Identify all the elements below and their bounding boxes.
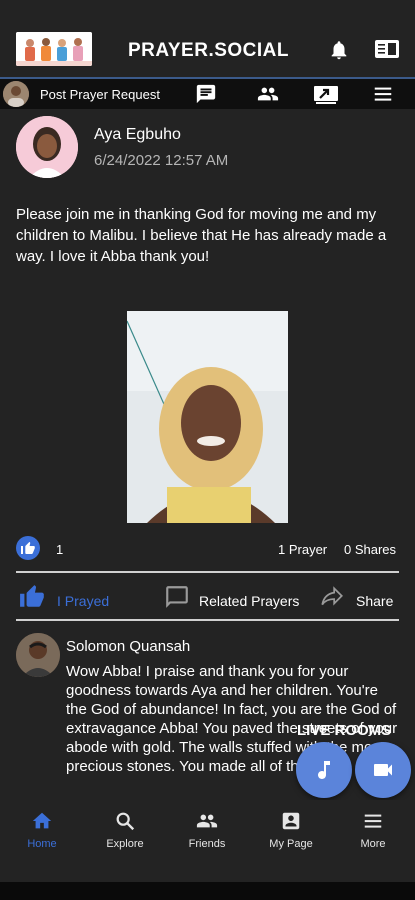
nav-label: My Page: [269, 838, 313, 850]
reader-icon[interactable]: [374, 38, 400, 62]
share-button[interactable]: Share: [356, 593, 393, 609]
divider: [16, 571, 399, 573]
prayer-count[interactable]: 1 Prayer: [278, 542, 327, 557]
share-arrow-icon[interactable]: [318, 584, 346, 614]
system-nav-bar: [0, 882, 415, 900]
like-count: 1: [56, 542, 64, 557]
bell-icon[interactable]: [328, 38, 352, 62]
post-author-avatar[interactable]: [16, 116, 78, 178]
people-icon[interactable]: [255, 83, 281, 105]
avatar[interactable]: [3, 81, 29, 107]
nav-home[interactable]: Home: [7, 810, 77, 850]
upload-icon[interactable]: [313, 83, 339, 105]
nav-label: Explore: [106, 838, 144, 850]
comment-author-avatar[interactable]: [16, 633, 60, 677]
comment-body: Wow Abba! I praise and thank you for you…: [66, 663, 398, 775]
comment-icon[interactable]: [164, 584, 192, 614]
videocam-icon: [374, 764, 392, 776]
music-note-icon: [318, 761, 330, 779]
comment-author-name[interactable]: Solomon Quansah: [66, 638, 190, 655]
nav-label: Friends: [188, 838, 226, 850]
related-prayers-button[interactable]: Related Prayers: [199, 593, 299, 609]
account-box-icon: [282, 812, 300, 830]
menu-icon[interactable]: [372, 83, 396, 105]
nav-explore[interactable]: Explore: [90, 810, 160, 850]
top-app-bar: PRAYER.SOCIAL: [0, 0, 415, 79]
menu-icon: [364, 814, 382, 828]
music-fab-button[interactable]: [296, 742, 352, 798]
message-icon[interactable]: [195, 83, 219, 105]
divider: [16, 619, 399, 621]
nav-more[interactable]: More: [338, 810, 408, 850]
thumbs-up-icon[interactable]: [18, 584, 48, 614]
post-prayer-request-button[interactable]: Post Prayer Request: [40, 87, 160, 102]
post-photo[interactable]: [127, 311, 288, 523]
search-icon: [116, 812, 135, 831]
app-logo[interactable]: [16, 32, 92, 66]
i-prayed-button[interactable]: I Prayed: [57, 593, 109, 609]
brand-title: PRAYER.SOCIAL: [128, 40, 289, 61]
post-body: Please join me in thanking God for movin…: [16, 206, 387, 265]
nav-label: Home: [27, 838, 57, 850]
video-fab-button[interactable]: [355, 742, 411, 798]
people-icon: [196, 814, 218, 828]
nav-friends[interactable]: Friends: [172, 810, 242, 850]
post-date: 6/24/2022 12:57 AM: [94, 152, 229, 169]
nav-label: More: [360, 838, 386, 850]
nav-my-page[interactable]: My Page: [256, 810, 326, 850]
action-bar: Post Prayer Request: [0, 79, 415, 109]
live-rooms-label: LIVE ROOMS: [297, 722, 392, 739]
home-icon: [32, 812, 52, 829]
like-badge-icon: [16, 536, 40, 560]
share-count[interactable]: 0 Shares: [344, 542, 396, 557]
post-author-name[interactable]: Aya Egbuho: [94, 126, 181, 144]
